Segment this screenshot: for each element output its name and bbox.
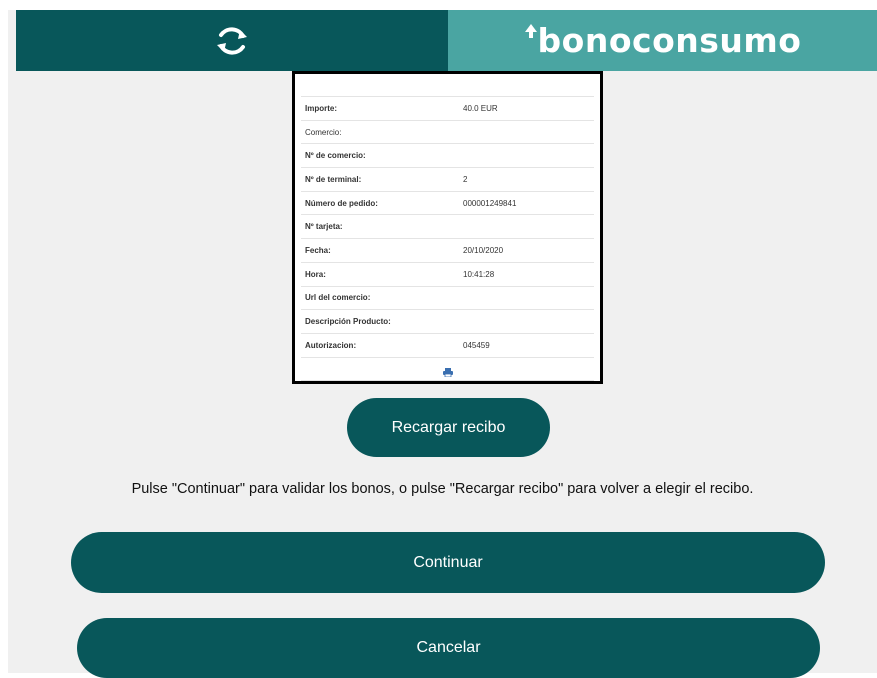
continue-button[interactable]: Continuar (71, 532, 825, 593)
receipt-row: Número de pedido: 000001249841 (301, 190, 594, 215)
receipt-table: Importe: 40.0 EUR Comercio: Nº de comercio:… (301, 96, 594, 381)
receipt-row: Descripción Producto: (301, 309, 594, 333)
receipt-label: Nº de comercio: (305, 151, 366, 161)
receipt-row: Hora: 10:41:28 (301, 261, 594, 286)
brand-logo: bonoconsumo (524, 21, 802, 60)
receipt-label: Importe: (305, 103, 337, 113)
receipt-value: 000001249841 (463, 198, 517, 208)
receipt-label: Descripción Producto: (305, 317, 391, 327)
header: bonoconsumo (16, 10, 877, 71)
receipt-label: Fecha: (305, 245, 331, 255)
refresh-icon[interactable] (213, 22, 251, 60)
reload-receipt-button[interactable]: Recargar recibo (347, 398, 550, 457)
receipt-label: Comercio: (305, 127, 342, 137)
receipt-image: Importe: 40.0 EUR Comercio: Nº de comercio:… (292, 71, 603, 384)
header-right: bonoconsumo (448, 10, 877, 71)
receipt-row: Nº de terminal: 2 (301, 167, 594, 191)
receipt-label: Hora: (305, 269, 326, 279)
cancel-button[interactable]: Cancelar (77, 618, 820, 678)
instructions-text: Pulse "Continuar" para validar los bonos… (131, 481, 754, 497)
brand-name: bonoconsumo (537, 21, 802, 60)
receipt-row: Nº tarjeta: (301, 214, 594, 238)
header-left (16, 10, 448, 71)
receipt-value: 40.0 EUR (463, 103, 498, 113)
receipt-value: 20/10/2020 (463, 245, 504, 255)
printer-icon[interactable] (442, 364, 453, 378)
receipt-label: Url del comercio: (305, 293, 371, 303)
brand-arrow-icon (524, 24, 538, 57)
receipt-value: 10:41:28 (463, 269, 495, 279)
receipt-print-row (301, 356, 594, 381)
receipt-row: Fecha: 20/10/2020 (301, 238, 594, 262)
receipt-value: 2 (463, 174, 468, 184)
receipt-label: Nº de terminal: (305, 174, 362, 184)
receipt-row: Url del comercio: (301, 285, 594, 310)
receipt-row: Importe: 40.0 EUR (301, 96, 594, 120)
receipt-row: Autorizacion: 045459 (301, 332, 594, 357)
receipt-row: Nº de comercio: (301, 143, 594, 167)
receipt-value: 045459 (463, 340, 490, 350)
receipt-label: Autorizacion: (305, 340, 357, 350)
receipt-row: Comercio: (301, 119, 594, 144)
receipt-label: Nº tarjeta: (305, 222, 343, 232)
receipt-label: Número de pedido: (305, 198, 378, 208)
